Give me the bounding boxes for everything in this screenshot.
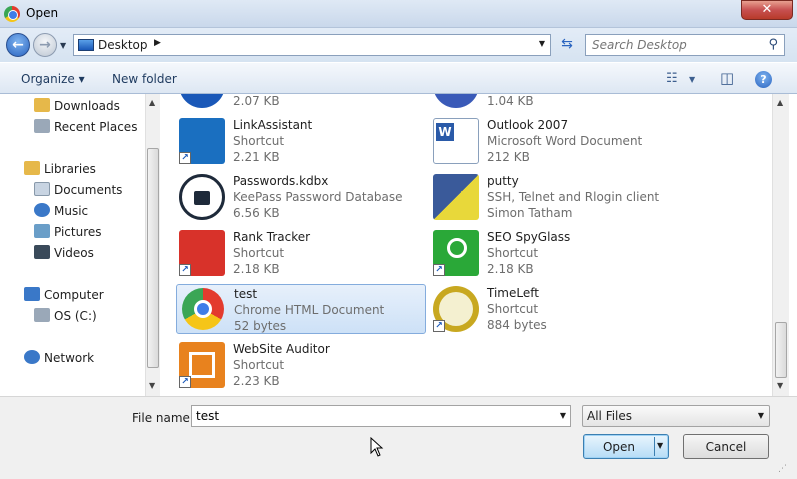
file-type-value: All Files — [587, 409, 633, 423]
file-item-test[interactable]: test Chrome HTML Document 52 bytes — [176, 284, 426, 334]
music-icon — [34, 203, 50, 217]
scroll-up-icon[interactable]: ▲ — [149, 98, 155, 107]
navigation-scroll-thumb[interactable] — [147, 148, 159, 368]
resize-grip-icon[interactable]: ⋰ — [778, 464, 787, 474]
desktop-icon — [78, 39, 94, 51]
nav-item-network[interactable]: Network — [24, 350, 94, 368]
scroll-down-icon[interactable]: ▼ — [149, 381, 155, 390]
back-button[interactable]: ← — [6, 33, 30, 57]
forward-button[interactable]: → — [33, 33, 57, 57]
file-item-seo-spyglass[interactable]: ↗ SEO SpyGlass Shortcut 2.18 KB — [430, 228, 680, 278]
breadcrumb-arrow-icon[interactable]: ▶ — [154, 38, 161, 48]
nav-item-downloads[interactable]: Downloads — [34, 98, 120, 116]
scroll-down-icon[interactable]: ▼ — [777, 381, 783, 390]
file-item-linkassistant[interactable]: ↗ LinkAssistant Shortcut 2.21 KB — [176, 116, 426, 166]
file-item-outlook-2007[interactable]: W Outlook 2007 Microsoft Word Document 2… — [430, 116, 680, 166]
list-item[interactable]: 1.04 KB — [430, 94, 680, 110]
file-item-rank-tracker[interactable]: ↗ Rank Tracker Shortcut 2.18 KB — [176, 228, 426, 278]
address-field[interactable]: Desktop ▶ ▼ — [73, 34, 551, 56]
shortcut-arrow-icon: ↗ — [433, 320, 445, 332]
putty-icon — [433, 174, 479, 220]
drive-icon — [34, 308, 50, 322]
command-toolbar: Organize ▾ New folder ☷ ▼ ◫ ? — [0, 62, 797, 94]
navigation-scrollbar[interactable]: ▲ ▼ — [145, 94, 160, 396]
shortcut-arrow-icon: ↗ — [179, 264, 191, 276]
file-name-combobox[interactable]: ▼ — [191, 405, 571, 427]
breadcrumb-desktop[interactable]: Desktop — [98, 38, 148, 52]
cancel-button-label: Cancel — [705, 440, 747, 454]
nav-item-os-c[interactable]: OS (C:) — [34, 308, 97, 326]
chrome-app-icon — [4, 6, 20, 22]
file-list-scrollbar[interactable]: ▲ ▼ — [772, 94, 789, 396]
libraries-icon — [24, 161, 40, 175]
refresh-icon[interactable]: ⇆ — [556, 36, 578, 54]
file-name-input[interactable] — [192, 406, 552, 426]
window-title: Open — [26, 6, 59, 20]
nav-item-libraries[interactable]: Libraries — [24, 161, 96, 179]
documents-icon — [34, 182, 50, 196]
nav-item-music[interactable]: Music — [34, 203, 88, 221]
open-button[interactable]: Open ▼ — [583, 434, 669, 459]
open-button-label: Open — [602, 440, 636, 454]
recent-places-icon — [34, 119, 50, 133]
open-split-divider — [654, 437, 655, 456]
videos-icon — [34, 245, 50, 259]
nav-item-documents[interactable]: Documents — [34, 182, 122, 200]
network-icon — [24, 350, 40, 364]
keepass-lock-icon — [179, 174, 225, 220]
search-icon[interactable]: ⚲ — [768, 37, 778, 52]
file-item-passwords-kdbx[interactable]: Passwords.kdbx KeePass Password Database… — [176, 172, 426, 222]
list-item[interactable]: 2.07 KB — [176, 94, 426, 110]
preview-pane-icon[interactable]: ◫ — [720, 69, 734, 87]
navigation-pane: Downloads Recent Places Libraries Docume… — [0, 94, 146, 396]
scroll-up-icon[interactable]: ▲ — [777, 98, 783, 107]
chrome-icon — [182, 288, 224, 330]
file-name-label: File name: — [132, 411, 194, 425]
file-item-putty[interactable]: putty SSH, Telnet and Rlogin client Simo… — [430, 172, 680, 222]
file-list: 2.07 KB 1.04 KB ↗ LinkAssistant Shortcut… — [160, 94, 772, 396]
recent-pages-dropdown-icon[interactable]: ▼ — [60, 41, 66, 50]
computer-icon — [24, 287, 40, 301]
file-icon — [433, 94, 479, 108]
cancel-button[interactable]: Cancel — [683, 434, 769, 459]
file-icon — [179, 94, 225, 108]
pictures-icon — [34, 224, 50, 238]
mouse-cursor-icon — [370, 437, 384, 457]
word-document-icon: W — [433, 118, 479, 164]
shortcut-arrow-icon: ↗ — [179, 376, 191, 388]
change-view-icon[interactable]: ☷ — [666, 71, 678, 86]
close-button[interactable]: ✕ — [741, 0, 793, 20]
title-bar: Open ✕ — [0, 0, 797, 28]
search-input[interactable] — [586, 35, 762, 55]
new-folder-button[interactable]: New folder — [112, 72, 177, 86]
address-bar-region: ← → ▼ Desktop ▶ ▼ ⇆ ⚲ — [0, 28, 797, 62]
shortcut-arrow-icon: ↗ — [433, 264, 445, 276]
shortcut-arrow-icon: ↗ — [179, 152, 191, 164]
nav-item-recent-places[interactable]: Recent Places — [34, 119, 137, 137]
file-type-select[interactable]: All Files ▼ — [582, 405, 770, 427]
dialog-footer: File name: ▼ All Files ▼ Open ▼ Cancel — [0, 396, 797, 479]
open-dropdown-icon[interactable]: ▼ — [657, 441, 663, 450]
help-icon[interactable]: ? — [755, 71, 772, 88]
organize-button[interactable]: Organize ▾ — [21, 72, 85, 86]
nav-item-pictures[interactable]: Pictures — [34, 224, 102, 242]
downloads-icon — [34, 98, 50, 112]
file-item-timeleft[interactable]: ↗ TimeLeft Shortcut 884 bytes — [430, 284, 680, 334]
file-list-scroll-thumb[interactable] — [775, 322, 787, 378]
file-type-dropdown-icon[interactable]: ▼ — [758, 411, 764, 420]
file-name-dropdown-icon[interactable]: ▼ — [560, 411, 566, 420]
nav-item-computer[interactable]: Computer — [24, 287, 104, 305]
nav-item-videos[interactable]: Videos — [34, 245, 94, 263]
search-box[interactable]: ⚲ — [585, 34, 785, 56]
file-item-website-auditor[interactable]: ↗ WebSite Auditor Shortcut 2.23 KB — [176, 340, 426, 390]
views-dropdown-icon[interactable]: ▼ — [689, 75, 695, 84]
address-dropdown-icon[interactable]: ▼ — [539, 39, 545, 48]
